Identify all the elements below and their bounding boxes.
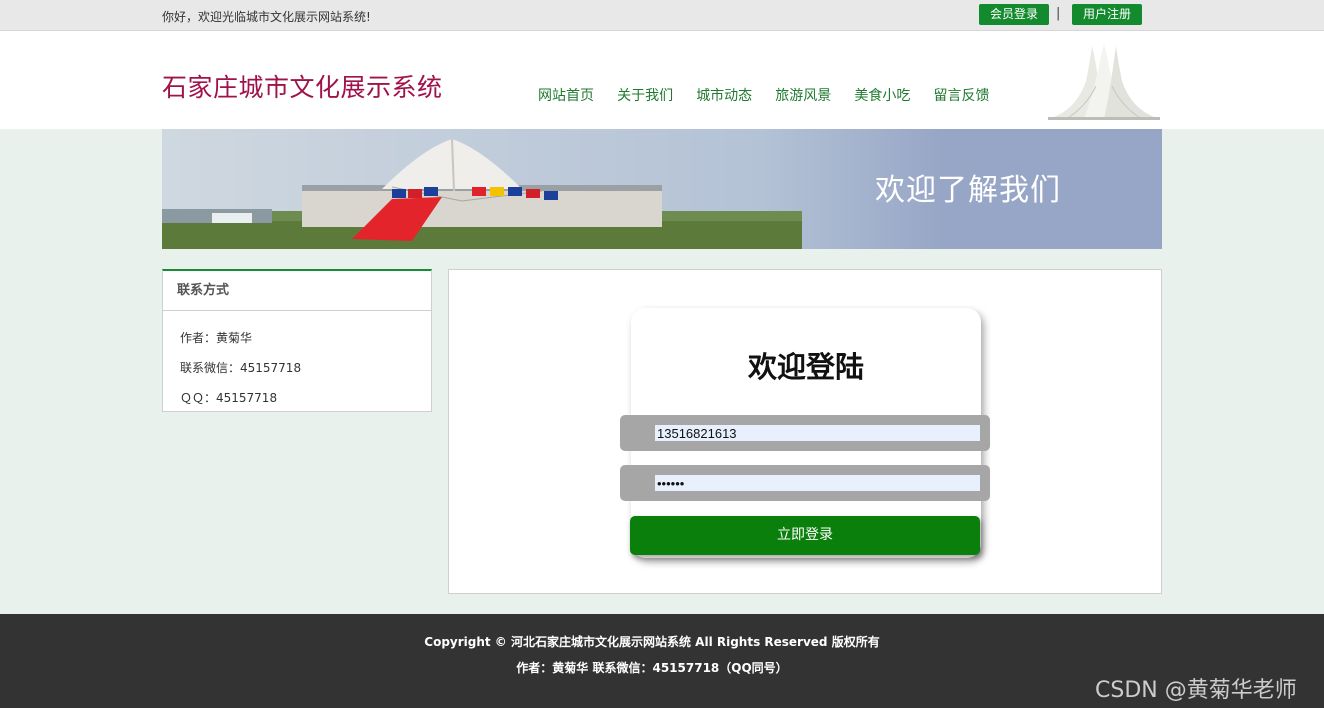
contact-panel-title: 联系方式 xyxy=(163,271,431,311)
contact-qq: ＱＱ：45157718 xyxy=(180,391,278,405)
contact-author: 作者：黄菊华 xyxy=(180,331,253,345)
nav-food[interactable]: 美食小吃 xyxy=(854,85,910,105)
header: 石家庄城市文化展示系统 网站首页 关于我们 城市动态 旅游风景 美食小吃 留言反… xyxy=(0,31,1324,129)
welcome-text: 你好，欢迎光临城市文化展示网站系统! xyxy=(162,10,371,24)
nav-home[interactable]: 网站首页 xyxy=(538,85,594,105)
member-login-button[interactable]: 会员登录 xyxy=(979,4,1049,25)
main-nav: 网站首页 关于我们 城市动态 旅游风景 美食小吃 留言反馈 xyxy=(538,85,1007,105)
nav-news[interactable]: 城市动态 xyxy=(696,85,752,105)
building-logo-icon xyxy=(1048,44,1160,120)
password-input[interactable] xyxy=(655,475,980,491)
nav-about[interactable]: 关于我们 xyxy=(617,85,673,105)
contact-wechat: 联系微信：45157718 xyxy=(180,361,302,375)
main-panel: 欢迎登陆 立即登录 xyxy=(448,269,1162,594)
site-title[interactable]: 石家庄城市文化展示系统 xyxy=(162,68,443,104)
banner-tagline: 欢迎了解我们 xyxy=(875,173,1061,208)
banner: 欢迎了解我们 xyxy=(162,129,1162,249)
contact-panel: 联系方式 作者：黄菊华 联系微信：45157718 ＱＱ：45157718 xyxy=(162,269,432,412)
nav-feedback[interactable]: 留言反馈 xyxy=(933,85,989,105)
user-register-button[interactable]: 用户注册 xyxy=(1072,4,1142,25)
password-field[interactable] xyxy=(620,465,990,501)
username-input[interactable] xyxy=(655,425,980,441)
footer-copyright: Copyright © 河北石家庄城市文化展示网站系统 All Rights R… xyxy=(424,635,880,649)
login-submit-button[interactable]: 立即登录 xyxy=(630,516,980,555)
top-bar: 你好，欢迎光临城市文化展示网站系统! 会员登录 | 用户注册 xyxy=(0,0,1324,31)
separator: | xyxy=(1056,6,1061,21)
csdn-watermark: CSDN @黄菊华老师 xyxy=(1095,678,1297,703)
username-field[interactable] xyxy=(620,415,990,451)
nav-travel[interactable]: 旅游风景 xyxy=(775,85,831,105)
login-heading: 欢迎登陆 xyxy=(747,350,864,384)
